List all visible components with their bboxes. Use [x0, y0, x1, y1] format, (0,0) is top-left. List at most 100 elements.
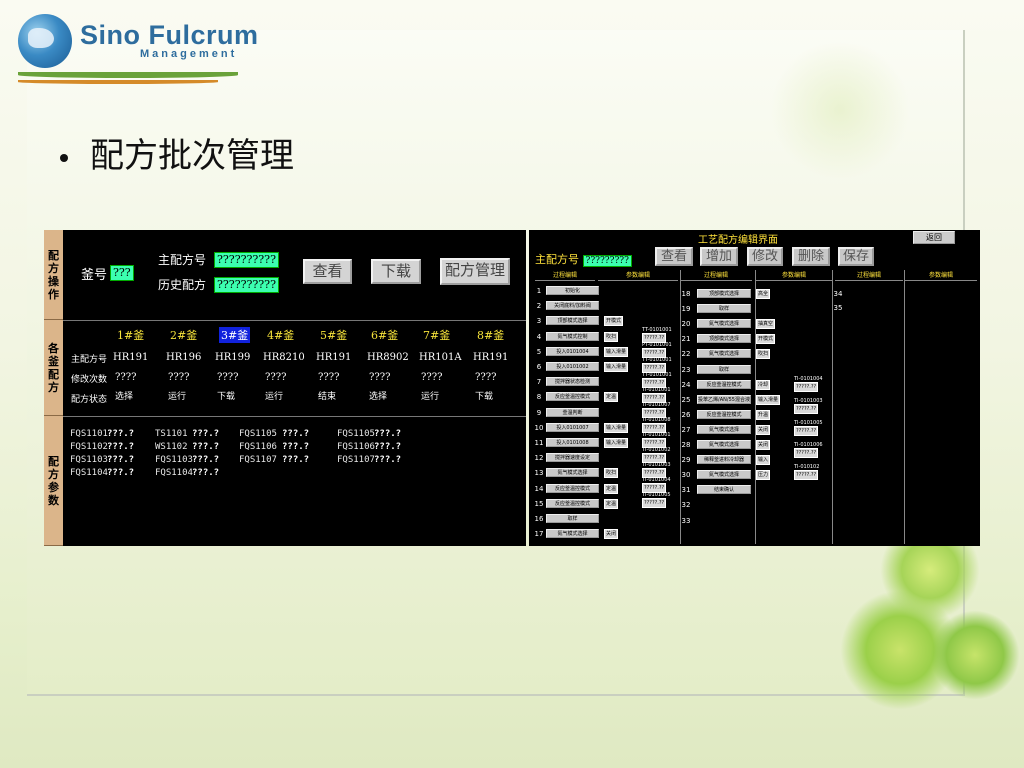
- kettle-tab[interactable]: 6#釜: [371, 327, 398, 343]
- step-button[interactable]: 反应釜温控模式: [546, 483, 599, 493]
- edit-button[interactable]: 增加: [700, 247, 738, 266]
- param-value-box[interactable]: ?????.??: [794, 426, 819, 436]
- step-option[interactable]: 定温: [604, 483, 619, 494]
- edit-button[interactable]: 保存: [838, 247, 874, 266]
- step-option[interactable]: 吹扫: [604, 468, 619, 479]
- param-value: ???.?: [282, 455, 310, 465]
- kettle-mods: ????: [115, 372, 137, 383]
- column-header: 参数编辑: [598, 271, 678, 281]
- step-option[interactable]: 吹扫: [756, 349, 771, 360]
- step-button[interactable]: 取样: [697, 364, 751, 374]
- step-option[interactable]: 冷却: [756, 379, 771, 390]
- recipe-manage-button[interactable]: 配方管理: [440, 258, 510, 285]
- step-number: 34: [833, 290, 843, 298]
- param-value-box[interactable]: ?????.??: [642, 498, 667, 508]
- step-option[interactable]: 输入滑量: [604, 422, 629, 433]
- param-value-box[interactable]: ?????.??: [794, 404, 819, 414]
- step-option[interactable]: 压力: [756, 470, 771, 481]
- main-recipe-label: 主配方号: [158, 253, 207, 267]
- param-value-box[interactable]: ?????.??: [794, 448, 819, 458]
- step-option[interactable]: 关闭: [756, 424, 771, 435]
- edit-main-recipe-field[interactable]: ?????????: [582, 255, 632, 267]
- step-button[interactable]: 投入0101008: [546, 438, 599, 447]
- step-button[interactable]: 顶部模式选择: [697, 334, 751, 344]
- param-name: FQS1103: [70, 455, 108, 465]
- step-button[interactable]: 关闭底料/加料阀: [546, 301, 599, 311]
- step-option[interactable]: 开模式: [756, 334, 776, 345]
- step-button[interactable]: 顶部模式选择: [697, 289, 751, 298]
- step-button[interactable]: 氮气模式选择: [697, 349, 751, 359]
- step-option[interactable]: 关闭: [604, 529, 619, 540]
- step-button[interactable]: 氮气模式选择: [697, 470, 751, 480]
- step-option[interactable]: 输入滑量: [604, 362, 629, 372]
- step-button[interactable]: 投苯乙烯/AN/55混合液: [697, 394, 751, 404]
- edit-screen-title: 工艺配方编辑界面: [698, 235, 778, 246]
- side-label-kettles: 各釜配方: [44, 320, 63, 416]
- param-value: ???.?: [192, 442, 220, 452]
- step-button[interactable]: 投入0101007: [546, 422, 599, 432]
- step-option[interactable]: 输入滑量: [604, 346, 629, 357]
- bullet-icon: [60, 154, 68, 162]
- step-button[interactable]: 反应釜温控模式: [546, 498, 599, 508]
- step-button[interactable]: 反应釜温控模式: [697, 409, 751, 419]
- view-button[interactable]: 查看: [303, 259, 352, 284]
- step-button[interactable]: 反应釜温控模式: [697, 379, 751, 389]
- step-option[interactable]: 开模式: [604, 316, 624, 327]
- step-option[interactable]: 吹扫: [604, 331, 619, 342]
- step-option[interactable]: 输入: [756, 455, 771, 466]
- step-button[interactable]: 氮气模式选择: [697, 319, 751, 329]
- step-button[interactable]: 初始化: [546, 286, 599, 295]
- step-option[interactable]: 定温: [604, 498, 619, 509]
- step-option[interactable]: 输入滑量: [604, 438, 629, 448]
- step-button[interactable]: 稀释釜进料冷却器: [697, 455, 751, 465]
- logo-subtitle: Management: [140, 48, 238, 60]
- step-button[interactable]: 投入0101004: [546, 346, 599, 356]
- step-button[interactable]: 搅拌器速度设定: [546, 453, 599, 463]
- step-button[interactable]: 投入0101002: [546, 362, 599, 371]
- logo-name: Sino Fulcrum: [80, 20, 259, 50]
- edit-button[interactable]: 修改: [747, 247, 783, 266]
- download-button[interactable]: 下载: [371, 259, 421, 284]
- step-option[interactable]: 输入滑量: [756, 394, 781, 405]
- kettle-recipe: HR191: [113, 352, 149, 363]
- kettle-status: 选择: [369, 392, 388, 402]
- kettle-tab[interactable]: 5#釜: [320, 327, 347, 343]
- step-button[interactable]: 氮气模式选择: [546, 468, 599, 478]
- step-option[interactable]: 升温: [756, 409, 771, 420]
- param-name: FQS1105: [239, 429, 277, 439]
- kettle-status: 运行: [421, 392, 440, 402]
- param-value-box[interactable]: ?????.??: [794, 470, 819, 480]
- kettle-tab[interactable]: 4#釜: [267, 327, 294, 343]
- column-header: 过程编辑: [535, 271, 595, 281]
- step-button[interactable]: 顶部模式选择: [546, 316, 599, 326]
- kettle-tab[interactable]: 1#釜: [117, 327, 144, 343]
- back-button[interactable]: 返回: [913, 231, 955, 244]
- step-option[interactable]: 高全: [756, 289, 771, 299]
- edit-button[interactable]: 查看: [655, 247, 693, 266]
- param-value: ???.?: [374, 455, 402, 465]
- kettle-tab[interactable]: 3#釜: [219, 327, 251, 343]
- step-option[interactable]: 定温: [604, 392, 619, 403]
- step-button[interactable]: 取样: [697, 304, 751, 314]
- step-button[interactable]: 氮气模式控制: [546, 331, 599, 341]
- step-button[interactable]: 氮气模式选择: [697, 424, 751, 434]
- step-button[interactable]: 反应釜温控模式: [546, 392, 599, 402]
- step-button[interactable]: 氮气模式选择: [697, 440, 751, 449]
- step-button[interactable]: 结束确认: [697, 485, 751, 495]
- kettle-tab[interactable]: 8#釜: [477, 327, 504, 343]
- edit-button[interactable]: 删除: [792, 247, 830, 266]
- param-value-box[interactable]: ?????.??: [794, 382, 819, 392]
- step-button[interactable]: 釜温判断: [546, 407, 599, 417]
- kettle-tab[interactable]: 2#釜: [170, 327, 197, 343]
- history-recipe-field[interactable]: ??????????: [214, 277, 279, 293]
- step-option[interactable]: 抽真空: [756, 319, 776, 330]
- step-button[interactable]: 氮气模式选择: [546, 529, 599, 539]
- param-name: TS1101: [155, 429, 188, 439]
- step-number: 21: [681, 335, 691, 344]
- step-option[interactable]: 关闭: [756, 440, 771, 450]
- step-button[interactable]: 取样: [546, 514, 599, 523]
- kettle-no-field[interactable]: ???: [110, 265, 134, 281]
- kettle-tab[interactable]: 7#釜: [423, 327, 450, 343]
- step-button[interactable]: 搅拌器状态检测: [546, 377, 599, 387]
- main-recipe-field[interactable]: ??????????: [214, 252, 279, 268]
